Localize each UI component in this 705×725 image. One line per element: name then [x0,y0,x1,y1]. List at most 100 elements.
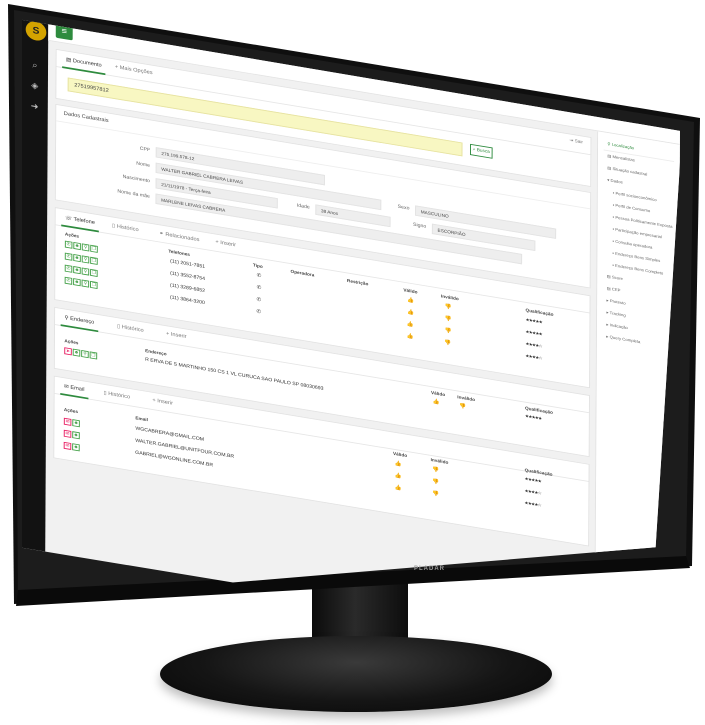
nav-item-consulta-operadora[interactable]: ▪ Consulta operadora [612,239,652,250]
tab-telefone[interactable]: ☏ Telefone [65,215,95,226]
copy-button[interactable]: ❐ [89,351,98,360]
tab-endereco-label: Endereço [70,316,95,326]
sair-link[interactable]: ⇥ Sair [569,138,583,145]
thumbs-up-icon[interactable]: 👍 [433,399,440,405]
nav-label: Situação cadastral [612,166,648,177]
nav-item-perfil-consumo[interactable]: ▪ Perfil de Consumo [613,203,651,213]
map-button[interactable]: ⚲ [81,279,90,288]
nav-item-participacao-empresarial[interactable]: ▪ Participação empresarial [613,227,662,239]
tab-relacionados[interactable]: ⚭ Relacionados [159,230,200,243]
user-button[interactable]: ☻ [73,241,81,251]
thumbs-down-icon[interactable]: 👎 [432,491,439,497]
thumbs-down-icon[interactable]: 👎 [445,315,452,322]
email-button[interactable]: ✉ [63,417,72,426]
mae-label: Nome da mãe [117,188,150,200]
email-button[interactable]: ✉ [63,429,72,438]
user-button[interactable]: ☻ [73,278,81,287]
nav-label: Endereço Bens Completo [615,263,664,276]
user-button[interactable]: ☻ [72,419,80,428]
tab-historico[interactable]: ▯ Histórico [112,223,139,233]
thumbs-down-icon[interactable]: 👎 [432,479,439,485]
tab-endereco-historico[interactable]: ▯ Histórico [117,323,144,334]
nav-item-situacao-cadastral[interactable]: ▤ Situação cadastral [607,166,647,178]
map-button[interactable]: ⚲ [81,350,89,359]
map-button[interactable]: ⚲ [81,267,90,276]
user-button[interactable]: ☻ [72,431,80,440]
row-actions: ✉ ☻ [63,417,80,428]
thumbs-down-icon[interactable]: 👎 [459,403,466,410]
user-button[interactable]: ☻ [72,443,80,452]
sair-label: Sair [574,138,583,146]
nav-item-tracking[interactable]: ▸ Tracking [606,310,625,318]
tab-documento-label: Documento [72,58,102,69]
tab-endereco[interactable]: ⚲ Endereço [64,315,95,326]
phone-number: (11) 3864-3200 [169,294,205,306]
thumbs-down-icon[interactable]: 👎 [445,303,452,310]
thumbs-down-icon[interactable]: 👎 [444,327,451,334]
copy-button[interactable]: ❐ [90,268,98,277]
thumbs-up-icon[interactable]: 👍 [407,333,414,340]
col-invalido: Inválido [430,457,449,466]
whatsapp-button[interactable]: ✆ [64,240,73,249]
map-button[interactable]: ⚲ [81,243,90,252]
rating-stars: ★★★★☆ [525,341,542,350]
col-acoes: Ações [64,231,80,240]
nav-label: Consulta operadora [615,239,653,250]
nav-item-protesto[interactable]: ▸ Protesto [607,298,626,306]
nav-item-indicacao[interactable]: ▸ Indicação [606,322,627,331]
copy-button[interactable]: ❐ [90,280,98,290]
navigate-button[interactable]: ➤ [64,347,72,356]
user-button[interactable]: ☻ [72,348,81,357]
busca-button[interactable]: ⌕ Busca [469,143,493,159]
thumbs-up-icon[interactable]: 👍 [407,321,414,328]
whatsapp-button[interactable]: ✆ [64,276,73,285]
nav-item-perfil-socioeconomico[interactable]: ▪ Perfil socioeconômico [613,191,657,203]
nav-item-bens-completo[interactable]: ▪ Endereço Bens Completo [612,263,663,276]
nav-label: Pessoa Politicamente Exposta [615,215,673,229]
tab-email-historico[interactable]: ▯ Histórico [104,390,131,401]
phone-number: (11) 3552-8754 [170,270,206,282]
copy-button[interactable]: ❐ [90,244,98,253]
col-restricao: Restrição [346,278,369,288]
whatsapp-button[interactable]: ✆ [64,264,73,273]
nav-item-bens-simples[interactable]: ▪ Endereço Bens Simples [612,251,660,263]
copy-button[interactable]: ❐ [90,256,98,265]
nav-label: Tracking [609,310,626,318]
email-button[interactable]: ✉ [63,441,72,450]
thumbs-up-icon[interactable]: 👍 [407,309,414,316]
tab-mais-opcoes[interactable]: + Mais Opções [115,65,153,76]
tab-inserir[interactable]: + Inserir [215,240,236,249]
thumbs-down-icon[interactable]: 👎 [444,339,451,346]
tab-email-inserir[interactable]: + Inserir [152,398,173,407]
tab-mais-opcoes-label: Mais Opções [119,65,153,76]
idade-label: Idade [296,203,310,211]
thumbs-up-icon[interactable]: 👍 [407,297,414,304]
nascimento-label: Nascimento [122,174,150,185]
tag-icon[interactable]: ◈ [29,81,40,93]
thumbs-up-icon[interactable]: 👍 [395,484,402,491]
nav-item-mensalistas[interactable]: ▤ Mensalistas [607,154,635,164]
tab-endereco-inserir[interactable]: + Inserir [166,331,187,340]
search-icon[interactable]: ⌕ [29,60,40,72]
thumbs-up-icon[interactable]: 👍 [395,460,402,467]
nav-label: Perfil socioeconômico [615,191,657,203]
thumbs-up-icon[interactable]: 👍 [395,472,402,479]
nav-item-query-completa[interactable]: ▸ Query Completa [606,334,640,345]
nav-item-score[interactable]: ▤ Score [607,274,623,282]
map-button[interactable]: ⚲ [81,255,90,264]
logout-icon[interactable]: ➜ [29,101,40,113]
nav-item-localizacao[interactable]: ⚲ Localização [607,142,634,152]
row-actions: ✉ ☻ [63,441,80,452]
nav-item-cep[interactable]: ▤ CEP [607,286,621,293]
nav-label: Protesto [609,298,626,306]
rating-stars: ★★★★★ [525,317,542,326]
nav-item-dados[interactable]: ▾ Dados [607,178,623,186]
rating-stars: ★★★★★ [524,476,541,485]
tab-email[interactable]: ✉ Email [64,383,84,393]
nav-item-pessoa-exposta[interactable]: ▪ Pessoa Politicamente Exposta [613,215,673,229]
user-button[interactable]: ☻ [73,254,81,263]
user-button[interactable]: ☻ [73,266,81,275]
tab-documento[interactable]: ▤ Documento [66,57,102,69]
thumbs-down-icon[interactable]: 👎 [432,466,439,473]
whatsapp-button[interactable]: ✆ [64,252,73,261]
